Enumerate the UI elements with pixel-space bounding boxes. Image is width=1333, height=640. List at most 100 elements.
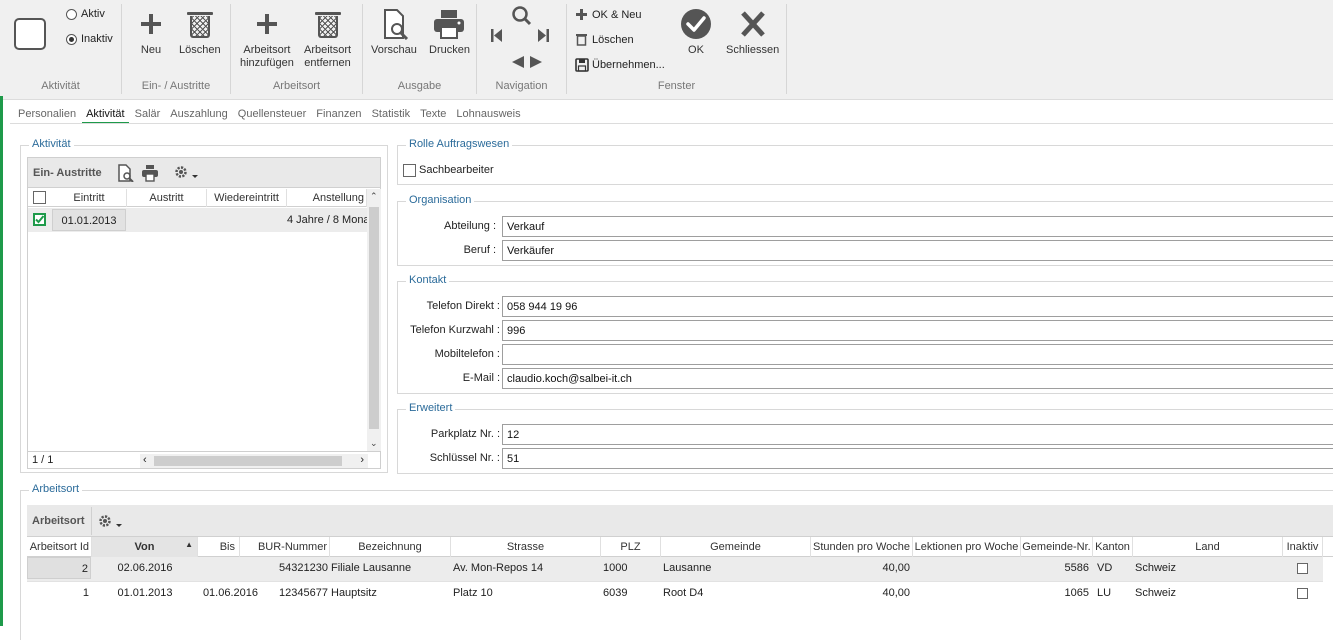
scroll-right-icon[interactable]: › — [360, 454, 364, 466]
arbeitsort-entfernen-button[interactable]: Arbeitsort entfernen — [304, 8, 351, 70]
cell-gemeinde[interactable]: Lausanne — [663, 557, 811, 579]
col-gemeinde[interactable]: Gemeinde — [661, 537, 811, 557]
scroll-down-icon[interactable]: ⌄ — [370, 438, 378, 449]
cell-strasse[interactable]: Platz 10 — [453, 582, 601, 604]
cell-arbeitsort-id[interactable]: 2 — [27, 557, 91, 579]
tab-texte[interactable]: Texte — [420, 108, 446, 124]
cell-bur-nummer[interactable]: 54321230 — [240, 557, 328, 579]
h-scroll-thumb[interactable] — [154, 456, 342, 466]
gear-icon[interactable] — [173, 164, 201, 182]
sachbearbeiter-label[interactable]: Sachbearbeiter — [419, 164, 494, 176]
vertical-scrollbar[interactable]: ⌃ ⌄ — [367, 189, 381, 451]
cell-plz[interactable]: 1000 — [603, 557, 661, 579]
radio-aktiv-circle[interactable] — [66, 8, 77, 20]
cell-bezeichnung[interactable]: Hauptsitz — [331, 582, 451, 604]
cell-strasse[interactable]: Av. Mon-Repos 14 — [453, 557, 601, 579]
tab-aktivitaet[interactable]: Aktivität — [82, 108, 129, 124]
sachbearbeiter-checkbox[interactable] — [403, 164, 416, 177]
radio-inaktiv[interactable]: Inaktiv — [66, 33, 113, 45]
telefon-kurzwahl-field[interactable] — [502, 320, 1333, 341]
cell-land[interactable]: Schweiz — [1135, 582, 1283, 604]
ok-neu-button[interactable]: OK & Neu — [575, 8, 642, 21]
row-checkbox[interactable] — [33, 213, 46, 226]
col-anstellung[interactable]: Anstellung — [287, 189, 367, 207]
aktiv-checkbox[interactable] — [14, 18, 46, 50]
table-row[interactable]: 01.01.2013 4 Jahre / 8 Mona — [28, 208, 367, 232]
row-wiedereintritt[interactable] — [207, 209, 287, 231]
scroll-left-icon[interactable]: ‹ — [143, 454, 147, 466]
cell-bur-nummer[interactable]: 12345677 — [240, 582, 328, 604]
tab-quellensteuer[interactable]: Quellensteuer — [238, 108, 307, 124]
fenster-loeschen-button[interactable]: Löschen — [575, 33, 634, 46]
cell-lektionen[interactable] — [913, 582, 1021, 604]
row-austritt[interactable] — [127, 209, 207, 231]
neu-button[interactable]: Neu — [134, 8, 168, 57]
cell-gemeinde-nr[interactable]: 1065 — [1021, 582, 1089, 604]
row-anstellung[interactable]: 4 Jahre / 8 Mona — [287, 209, 367, 231]
tab-auszahlung[interactable]: Auszahlung — [170, 108, 228, 124]
col-bezeichnung[interactable]: Bezeichnung — [330, 537, 451, 557]
scroll-thumb[interactable] — [369, 207, 379, 429]
col-inaktiv[interactable]: Inaktiv — [1283, 537, 1323, 557]
col-austritt[interactable]: Austritt — [127, 189, 207, 207]
cell-plz[interactable]: 6039 — [603, 582, 661, 604]
col-wiedereintritt[interactable]: Wiedereintritt — [207, 189, 287, 207]
gear-icon[interactable] — [97, 513, 125, 531]
col-bis[interactable]: Bis — [198, 537, 240, 557]
cell-stunden[interactable]: 40,00 — [811, 582, 910, 604]
ok-button[interactable]: OK — [679, 8, 713, 57]
radio-inaktiv-circle[interactable] — [66, 33, 77, 45]
col-land[interactable]: Land — [1133, 537, 1283, 557]
tab-lohnausweis[interactable]: Lohnausweis — [456, 108, 520, 124]
cell-arbeitsort-id[interactable]: 1 — [27, 582, 91, 604]
drucken-button[interactable]: Drucken — [429, 8, 470, 57]
beruf-field[interactable] — [502, 240, 1333, 261]
horizontal-scrollbar[interactable]: ‹ › — [140, 454, 368, 468]
schliessen-button[interactable]: Schliessen — [726, 8, 779, 57]
tab-statistik[interactable]: Statistik — [372, 108, 411, 124]
radio-aktiv[interactable]: Aktiv — [66, 8, 105, 20]
cell-land[interactable]: Schweiz — [1135, 557, 1283, 579]
tab-finanzen[interactable]: Finanzen — [316, 108, 361, 124]
email-field[interactable] — [502, 368, 1333, 389]
loeschen-button[interactable]: Löschen — [179, 8, 221, 57]
abteilung-field[interactable] — [502, 216, 1333, 237]
cell-lektionen[interactable] — [913, 557, 1021, 579]
col-von[interactable]: Von ▲ — [92, 537, 198, 557]
mobiltelefon-field[interactable] — [502, 344, 1333, 365]
cell-gemeinde-nr[interactable]: 5586 — [1021, 557, 1089, 579]
row-inaktiv-checkbox[interactable] — [1297, 563, 1308, 574]
cell-von[interactable]: 01.01.2013 — [92, 582, 198, 604]
vorschau-button[interactable]: Vorschau — [371, 8, 417, 57]
table-row[interactable]: 2 02.06.2016 54321230 Filiale Lausanne A… — [27, 557, 1323, 581]
preview-icon[interactable] — [116, 164, 134, 182]
col-bur-nummer[interactable]: BUR-Nummer — [240, 537, 330, 557]
col-strasse[interactable]: Strasse — [451, 537, 601, 557]
row-inaktiv-checkbox[interactable] — [1297, 588, 1308, 599]
cell-gemeinde[interactable]: Root D4 — [663, 582, 811, 604]
col-plz[interactable]: PLZ — [601, 537, 661, 557]
printer-icon[interactable] — [141, 164, 159, 182]
scroll-up-icon[interactable]: ⌃ — [370, 191, 378, 202]
col-kanton[interactable]: Kanton — [1093, 537, 1133, 557]
cell-kanton[interactable]: VD — [1097, 557, 1133, 579]
row-eintritt[interactable]: 01.01.2013 — [52, 209, 126, 231]
schluessel-field[interactable] — [502, 448, 1333, 469]
cell-von[interactable]: 02.06.2016 — [92, 557, 198, 579]
arbeitsort-hinzufuegen-button[interactable]: Arbeitsort hinzufügen — [240, 8, 294, 70]
parkplatz-field[interactable] — [502, 424, 1333, 445]
select-all-checkbox[interactable] — [33, 191, 46, 204]
col-arbeitsort-id[interactable]: Arbeitsort Id — [27, 537, 92, 557]
col-gemeinde-nr[interactable]: Gemeinde-Nr. — [1021, 537, 1093, 557]
uebernehmen-button[interactable]: Übernehmen... — [575, 58, 665, 72]
tab-personalien[interactable]: Personalien — [18, 108, 76, 124]
table-row[interactable]: 1 01.01.2013 01.06.2016 12345677 Hauptsi… — [27, 581, 1323, 605]
col-stunden-pro-woche[interactable]: Stunden pro Woche — [811, 537, 913, 557]
cell-bezeichnung[interactable]: Filiale Lausanne — [331, 557, 451, 579]
tab-salaer[interactable]: Salär — [135, 108, 161, 124]
telefon-direkt-field[interactable] — [502, 296, 1333, 317]
col-lektionen-pro-woche[interactable]: Lektionen pro Woche — [913, 537, 1021, 557]
col-eintritt[interactable]: Eintritt — [52, 189, 127, 207]
cell-kanton[interactable]: LU — [1097, 582, 1133, 604]
cell-stunden[interactable]: 40,00 — [811, 557, 910, 579]
